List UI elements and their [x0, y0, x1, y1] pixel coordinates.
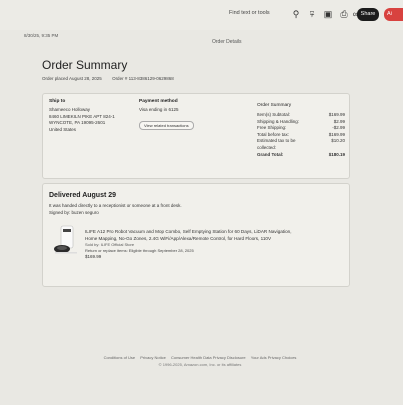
ship-to-line: 8460 LIMEKILN PIKE APT 824-1	[49, 113, 115, 119]
footer-link[interactable]: Consumer Health Data Privacy Disclosure	[171, 355, 246, 360]
product-price: $169.99	[85, 254, 102, 259]
copyright: © 1996-2025, Amazon.com, Inc. or its aff…	[158, 362, 242, 367]
ship-to-heading: Ship to	[49, 99, 66, 104]
order-meta: Order placed August 28, 2025 Order # 113…	[42, 76, 352, 81]
summary-row: Item(s) Subtotal: $169.99	[257, 112, 345, 117]
find-text-label[interactable]: Find text or tools	[229, 10, 270, 16]
payment-card: Visa ending in 6125	[139, 107, 179, 112]
order-info-panel: Ship to Shameeco Holloway 8460 LIMEKILN …	[42, 93, 350, 179]
print-datetime: 8/30/25, 9:35 PM	[24, 33, 59, 38]
viewer-toolbar: Find text or tools ⚲ ⍫ ▣ ⎙ ∞ Share Ai	[0, 0, 403, 30]
order-header: Order Summary Order placed August 28, 20…	[42, 58, 352, 81]
robot-vacuum-product-image[interactable]	[53, 225, 79, 255]
delivery-note: It was handed directly to a receptionist…	[49, 203, 182, 208]
payment-section: Payment method Visa ending in 6125 View …	[139, 99, 229, 132]
footer-link[interactable]: Privacy Notice	[140, 355, 166, 360]
order-summary-title: Order Summary	[42, 58, 128, 72]
headphones-icon[interactable]: ⍫	[307, 9, 317, 19]
search-icon[interactable]: ⚲	[291, 9, 301, 19]
share-button[interactable]: Share	[357, 8, 379, 21]
save-icon[interactable]: ▣	[323, 9, 333, 19]
summary-row-grand-total: Grand Total: $180.19	[257, 151, 345, 157]
view-transactions-button[interactable]: View related transactions	[139, 120, 194, 130]
ai-assistant-button[interactable]: Ai	[384, 8, 403, 21]
ship-to-section: Ship to Shameeco Holloway 8460 LIMEKILN …	[49, 99, 137, 133]
print-page-title: Order Details	[212, 39, 242, 45]
print-icon[interactable]: ⎙	[339, 9, 349, 19]
delivery-panel: Delivered August 29 It was handed direct…	[42, 183, 350, 287]
footer-link[interactable]: Your Ads Privacy Choices	[251, 355, 297, 360]
ship-to-line: Shameeco Holloway	[49, 107, 91, 112]
footer-link[interactable]: Conditions of Use	[104, 355, 136, 360]
summary-row: Free Shipping: -$2.99	[257, 125, 345, 131]
order-summary-heading: Order Summary	[257, 103, 292, 108]
product-details: ILIFE A12 Pro Robot Vacuum and Mop Combo…	[85, 228, 295, 260]
summary-row: Estimated tax to be collected: $10.20	[257, 138, 345, 150]
summary-row: Total before tax: $169.99	[257, 131, 345, 137]
delivery-status-title: Delivered August 29	[49, 192, 117, 199]
order-placed-date: Order placed August 28, 2025	[42, 76, 102, 81]
payment-heading: Payment method	[139, 99, 178, 104]
order-summary-section: Order Summary Item(s) Subtotal: $169.99 S…	[257, 103, 345, 158]
ship-to-line: WYNCOTE, PA 19095-2601	[49, 120, 106, 126]
product-title-link[interactable]: ILIFE A12 Pro Robot Vacuum and Mop Combo…	[85, 228, 295, 242]
footer-links: Conditions of Use Privacy Notice Consume…	[100, 355, 300, 360]
summary-row: Shipping & Handling: $2.99	[257, 118, 345, 124]
order-number: Order # 113-8386129-0629868	[112, 76, 174, 81]
delivery-signed-by: Signed by: buzen seguro	[49, 210, 99, 215]
ship-to-line: United States	[49, 126, 77, 132]
